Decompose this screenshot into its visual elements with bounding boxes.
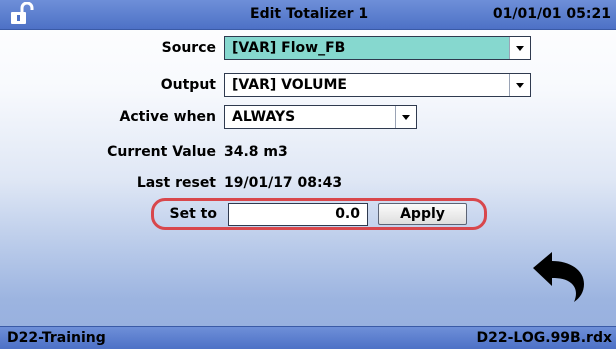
- last-reset-readout: 19/01/17 08:43: [224, 175, 343, 191]
- device-name: D22-Training: [7, 330, 106, 346]
- last-reset-label: Last reset: [136, 175, 216, 191]
- apply-button[interactable]: Apply: [378, 203, 467, 225]
- screen: Edit Totalizer 1 01/01/01 05:21 Source […: [0, 0, 616, 349]
- output-select[interactable]: [VAR] VOLUME: [224, 73, 531, 97]
- chevron-down-icon[interactable]: [395, 106, 416, 128]
- datetime-display: 01/01/01 05:21: [492, 6, 611, 22]
- active-when-label: Active when: [119, 109, 216, 125]
- set-to-label: Set to: [169, 206, 217, 222]
- source-select[interactable]: [VAR] Flow_FB: [224, 36, 531, 60]
- current-value-label: Current Value: [107, 144, 216, 160]
- active-when-value: ALWAYS: [232, 109, 296, 125]
- chevron-down-icon[interactable]: [509, 37, 530, 59]
- status-bar: D22-Training D22-LOG.99B.rdx: [0, 326, 616, 349]
- current-value-readout: 34.8 m3: [224, 144, 288, 160]
- source-value: [VAR] Flow_FB: [232, 40, 346, 56]
- source-label: Source: [161, 40, 216, 56]
- title-bar: Edit Totalizer 1 01/01/01 05:21: [0, 0, 616, 30]
- chevron-down-icon[interactable]: [509, 74, 530, 96]
- set-to-input[interactable]: 0.0: [228, 203, 368, 226]
- config-file-name: D22-LOG.99B.rdx: [476, 330, 612, 346]
- output-value: [VAR] VOLUME: [232, 77, 347, 93]
- output-label: Output: [160, 77, 216, 93]
- page-title: Edit Totalizer 1: [250, 6, 369, 22]
- active-when-select[interactable]: ALWAYS: [224, 105, 417, 129]
- back-arrow-icon[interactable]: [530, 248, 590, 304]
- unlocked-padlock-icon[interactable]: [9, 2, 35, 26]
